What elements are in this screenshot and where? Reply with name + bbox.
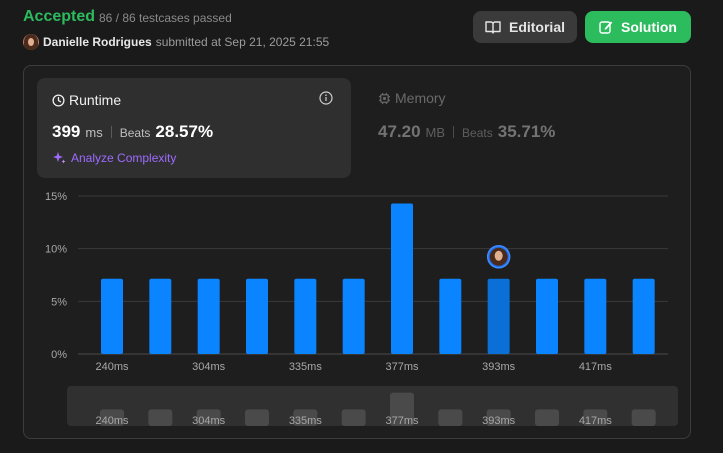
mini-bar — [535, 409, 559, 426]
mini-bar — [631, 409, 656, 426]
range-overview-chart: 240ms 304ms 335ms 377ms 393ms 417ms — [95, 392, 656, 427]
mini-tick-label: 417ms — [579, 415, 613, 427]
mini-tick-label: 240ms — [95, 415, 129, 427]
mini-bar — [438, 409, 463, 426]
mini-tick-label: 393ms — [482, 415, 516, 427]
mini-tick-label: 377ms — [385, 415, 419, 427]
mini-bar — [148, 409, 173, 426]
mini-bar — [341, 409, 366, 426]
mini-bar — [245, 409, 269, 426]
mini-tick-label: 304ms — [192, 415, 226, 427]
mini-tick-label: 335ms — [289, 415, 323, 427]
